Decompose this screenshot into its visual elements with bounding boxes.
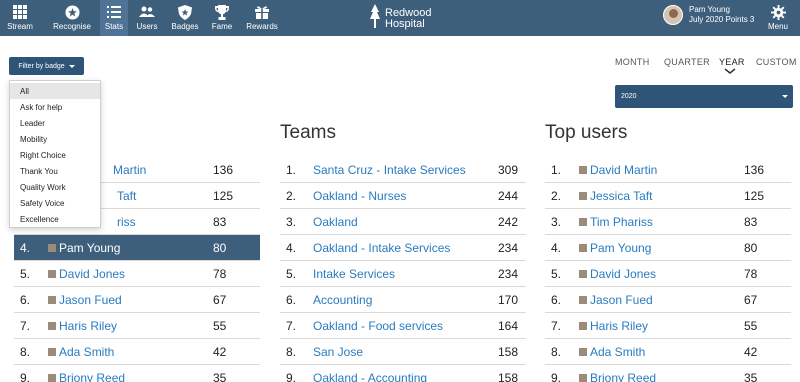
user-points: July 2020 Points 3 [689,15,755,24]
user-name: Pam Young [689,5,730,14]
teams-title: Teams [280,122,336,143]
tree-icon [370,4,380,33]
team-row[interactable]: 9. Oakland - Accounting 158 [280,365,526,382]
chevron-down-icon [724,68,736,74]
gift-icon [254,4,270,20]
avatar [579,348,587,356]
user-profile[interactable]: Pam Young July 2020 Points 3 [663,5,754,25]
avatar [48,244,56,252]
nav-item-stats[interactable]: Stats [100,0,128,36]
period-tab-year[interactable]: YEAR [719,57,745,67]
nav-label: Recognise [53,22,91,31]
user-row[interactable]: 3. Tim Phariss 83 [545,209,791,235]
nav-label: Rewards [246,22,278,31]
user-row[interactable]: 1. David Martin 136 [545,157,791,183]
list-item[interactable]: 6. Jason Fued 67 [14,287,260,313]
nav-label: Users [136,22,158,31]
team-row[interactable]: 3. Oakland 242 [280,209,526,235]
user-row[interactable]: 6. Jason Fued 67 [545,287,791,313]
badge-option-thank-you[interactable]: Thank You [10,163,100,179]
list-item[interactable]: 7. Haris Riley 55 [14,313,260,339]
team-row[interactable]: 7. Oakland - Food services 164 [280,313,526,339]
nav-item-recognise[interactable]: Recognise [50,0,94,36]
nav-label: Stream [7,22,33,31]
avatar [579,270,587,278]
caret-down-icon [68,64,75,68]
year-select-value: 2020 [621,93,637,100]
caret-down-icon [782,95,788,98]
avatar [48,296,56,304]
list-item-current-user[interactable]: 4. Pam Young 80 [14,235,260,261]
nav-item-stream[interactable]: Stream [0,0,40,36]
badge-option-quality-work[interactable]: Quality Work [10,179,100,195]
grid-icon [12,4,28,20]
badge-option-right-choice[interactable]: Right Choice [10,147,100,163]
top-users-title: Top users [545,122,628,143]
period-tab-custom[interactable]: CUSTOM [756,57,797,67]
period-tab-quarter[interactable]: QUARTER [664,57,710,67]
trophy-icon [214,4,230,20]
avatar [48,322,56,330]
nav-item-rewards[interactable]: Rewards [244,0,280,36]
user-row[interactable]: 9. Briony Reed 35 [545,365,791,382]
avatar [579,166,587,174]
avatar [579,218,587,226]
period-tab-month[interactable]: MONTH [615,57,650,67]
nav-label: Fame [211,22,233,31]
top-navigation-bar: Stream Recognise Stats Users Badges Fame [0,0,800,36]
badge-option-ask-for-help[interactable]: Ask for help [10,99,100,115]
team-row[interactable]: 5. Intake Services 234 [280,261,526,287]
menu-label: Menu [767,22,788,31]
badge-option-all[interactable]: All [10,83,100,99]
nav-label: Stats [104,22,124,31]
brand-logo[interactable]: Redwood Hospital [370,4,431,33]
nav-item-badges[interactable]: Badges [170,0,200,36]
user-row[interactable]: 8. Ada Smith 42 [545,339,791,365]
filter-button-label: Filter by badge [18,62,65,70]
user-row[interactable]: 2. Jessica Taft 125 [545,183,791,209]
team-row[interactable]: 8. San Jose 158 [280,339,526,365]
avatar [579,296,587,304]
badge-option-leader[interactable]: Leader [10,115,100,131]
avatar [48,374,56,382]
badge-option-safety-voice[interactable]: Safety Voice [10,195,100,211]
brand-name-line1: Redwood [385,6,432,19]
filter-by-badge-button[interactable]: Filter by badge [9,57,84,75]
year-select[interactable]: 2020 [615,85,793,108]
team-row[interactable]: 4. Oakland - Intake Services 234 [280,235,526,261]
gear-icon [770,4,786,20]
avatar [48,270,56,278]
menu-button[interactable]: Menu [762,0,794,36]
brand-name-line2: Hospital [385,17,425,30]
team-row[interactable]: 1. Santa Cruz - Intake Services 309 [280,157,526,183]
avatar [663,5,683,25]
users-icon [139,4,155,20]
avatar [579,322,587,330]
user-row[interactable]: 7. Haris Riley 55 [545,313,791,339]
team-row[interactable]: 6. Accounting 170 [280,287,526,313]
user-row[interactable]: 4. Pam Young 80 [545,235,791,261]
nav-item-fame[interactable]: Fame [209,0,235,36]
list-item[interactable]: 5. David Jones 78 [14,261,260,287]
user-row[interactable]: 5. David Jones 78 [545,261,791,287]
avatar [579,192,587,200]
badge-filter-dropdown: All Ask for help Leader Mobility Right C… [9,80,101,228]
team-row[interactable]: 2. Oakland - Nurses 244 [280,183,526,209]
list-item[interactable]: 8. Ada Smith 42 [14,339,260,365]
badge-option-excellence[interactable]: Excellence [10,211,100,227]
avatar [48,348,56,356]
nav-item-users[interactable]: Users [134,0,160,36]
list-icon [106,4,122,20]
avatar [579,374,587,382]
nav-label: Badges [171,22,199,31]
list-item[interactable]: 9. Briony Reed 35 [14,365,260,382]
shield-icon [177,4,193,20]
badge-option-mobility[interactable]: Mobility [10,131,100,147]
star-icon [64,4,80,20]
avatar [579,244,587,252]
